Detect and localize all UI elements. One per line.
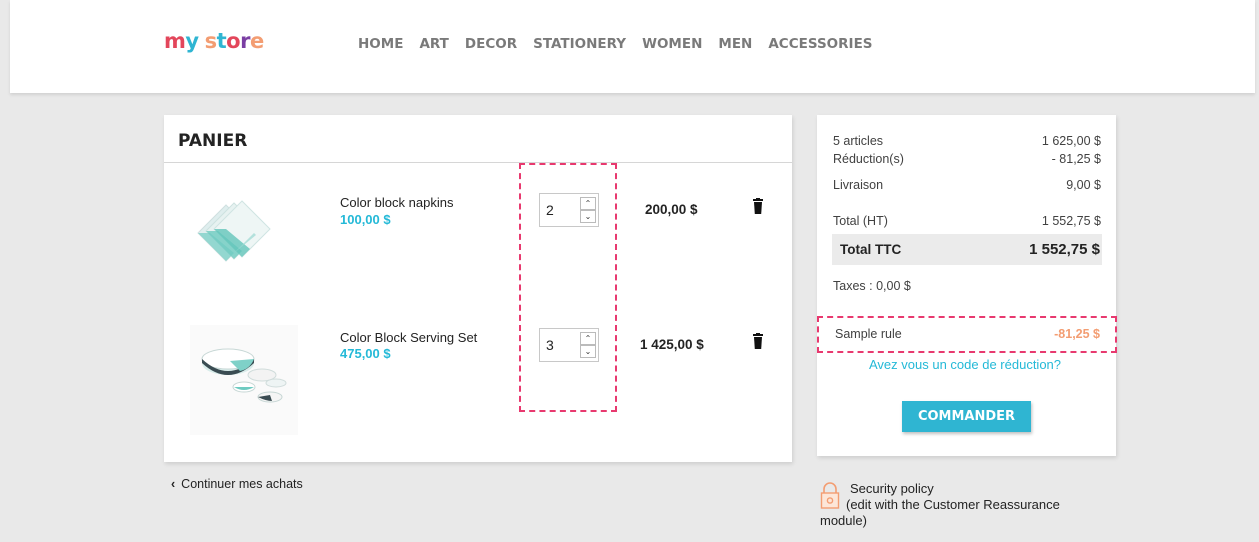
- site-header: my store HOME ART DECOR STATIONERY WOMEN…: [10, 0, 1255, 93]
- line-total: 200,00 $: [645, 202, 698, 217]
- reassurance-title: Security policy: [850, 481, 934, 496]
- product-unit-price: 100,00 $: [340, 212, 391, 227]
- cart-rule-amount: -81,25 $: [1054, 327, 1100, 341]
- product-unit-price: 475,00 $: [340, 346, 391, 361]
- cart-rule-row: Sample rule -81,25 $: [835, 327, 1100, 341]
- product-name[interactable]: Color Block Serving Set: [340, 330, 477, 345]
- chevron-left-icon: ‹: [171, 477, 176, 491]
- nav-stationery[interactable]: STATIONERY: [533, 35, 626, 53]
- summary-discount-row: Réduction(s) - 81,25 $: [833, 152, 1101, 166]
- shipping-label: Livraison: [833, 178, 884, 192]
- logo-letter: s: [204, 29, 218, 53]
- taxes-label: Taxes : 0,00 $: [833, 279, 911, 293]
- discount-value: - 81,25 $: [1051, 152, 1101, 166]
- continue-shopping-link[interactable]: ‹ Continuer mes achats: [171, 477, 303, 491]
- logo-letter: e: [249, 29, 264, 53]
- serving-set-image[interactable]: [190, 325, 298, 435]
- checkout-button[interactable]: COMMANDER: [902, 401, 1031, 432]
- total-ttc-label: Total TTC: [840, 242, 902, 257]
- shipping-value: 9,00 $: [1066, 178, 1101, 192]
- total-ht-label: Total (HT): [833, 214, 888, 228]
- nav-decor[interactable]: DECOR: [465, 35, 517, 53]
- reassurance-block: Security policy (edit with the Customer …: [820, 481, 1060, 529]
- discount-label: Réduction(s): [833, 152, 904, 166]
- logo-letter: o: [226, 29, 241, 53]
- trash-icon[interactable]: [752, 198, 764, 214]
- product-name[interactable]: Color block napkins: [340, 195, 453, 210]
- store-logo[interactable]: my store: [164, 29, 264, 53]
- reassurance-note-end: module): [820, 513, 867, 528]
- logo-letter: y: [185, 29, 199, 53]
- quantity-highlight-box: [519, 163, 617, 412]
- continue-shopping-label: Continuer mes achats: [181, 477, 303, 491]
- articles-value: 1 625,00 $: [1041, 134, 1101, 148]
- cart-panel: PANIER Color block napkins 100,00 $ 2 ⌃ …: [164, 115, 792, 462]
- cart-rule-name: Sample rule: [835, 327, 902, 341]
- cart-title: PANIER: [178, 131, 248, 151]
- nav-accessories[interactable]: ACCESSORIES: [768, 35, 872, 53]
- reassurance-note: (edit with the Customer Reassurance: [846, 497, 1060, 512]
- promo-code-link[interactable]: Avez vous un code de réduction?: [869, 357, 1061, 372]
- total-ttc-value: 1 552,75 $: [1029, 241, 1100, 258]
- trash-icon[interactable]: [752, 333, 764, 349]
- logo-letter: r: [240, 29, 250, 53]
- napkins-image[interactable]: [190, 193, 276, 275]
- articles-label: 5 articles: [833, 134, 884, 148]
- summary-articles-row: 5 articles 1 625,00 $: [833, 134, 1101, 148]
- nav-women[interactable]: WOMEN: [642, 35, 702, 53]
- divider: [164, 162, 792, 163]
- nav-home[interactable]: HOME: [358, 35, 403, 53]
- nav-art[interactable]: ART: [419, 35, 448, 53]
- summary-total-ht-row: Total (HT) 1 552,75 $: [833, 214, 1101, 228]
- logo-letter: t: [216, 29, 227, 53]
- total-ht-value: 1 552,75 $: [1041, 214, 1101, 228]
- logo-letter: m: [164, 29, 186, 53]
- line-total: 1 425,00 $: [640, 337, 704, 352]
- summary-shipping-row: Livraison 9,00 $: [833, 178, 1101, 192]
- main-nav: HOME ART DECOR STATIONERY WOMEN MEN ACCE…: [358, 35, 889, 53]
- nav-men[interactable]: MEN: [718, 35, 752, 53]
- total-ttc-row: Total TTC 1 552,75 $: [832, 234, 1102, 265]
- taxes-row: Taxes : 0,00 $: [833, 279, 1101, 293]
